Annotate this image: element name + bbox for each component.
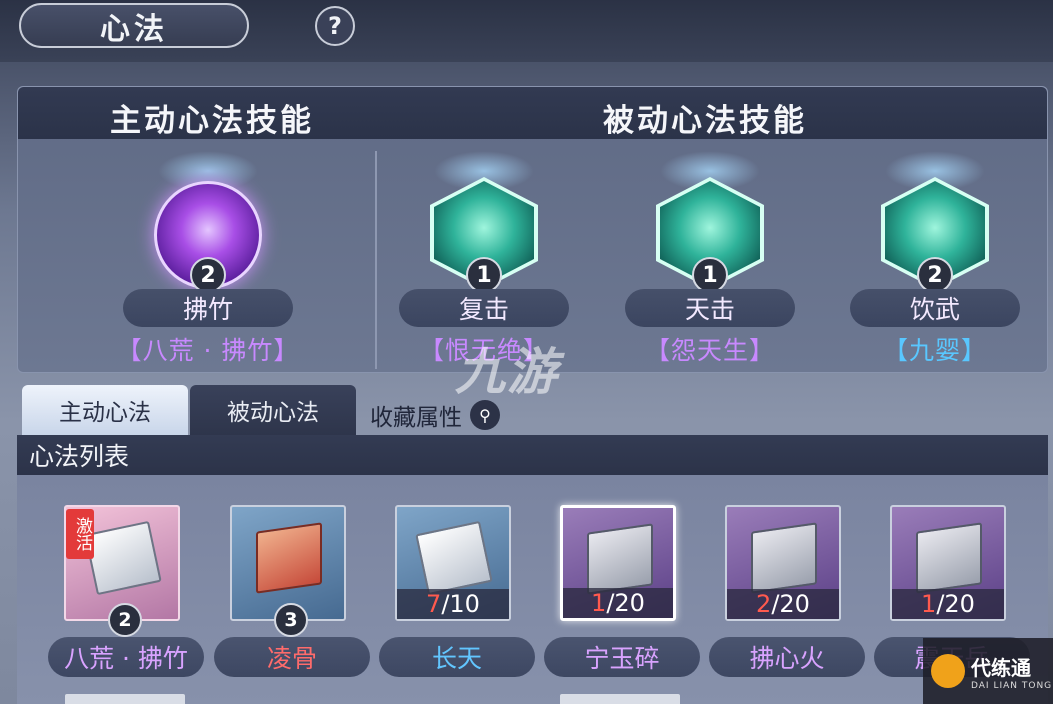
item-name: 拂心火 bbox=[709, 637, 865, 677]
skill-name: 饮武 bbox=[850, 289, 1020, 327]
tab-active-xinfa[interactable]: 主动心法 bbox=[22, 385, 188, 435]
fragment-count: 1/20 bbox=[892, 589, 1004, 619]
passive-skill-slot[interactable]: 2 饮武 【九婴】 bbox=[840, 141, 1030, 371]
item-name: 八荒 · 拂竹 bbox=[48, 637, 204, 677]
list-item[interactable]: 3 凌骨 bbox=[186, 505, 370, 695]
skill-source: 【八荒 · 拂竹】 bbox=[116, 336, 300, 365]
skill-level-badge: 1 bbox=[692, 257, 728, 293]
skill-name: 天击 bbox=[625, 289, 795, 327]
fragment-count: 7/10 bbox=[397, 589, 509, 619]
logo-title: 代练通 bbox=[971, 655, 1031, 680]
list-item[interactable]: 1/20 宁玉碎 bbox=[516, 505, 700, 695]
item-card[interactable]: 1/20 bbox=[890, 505, 1006, 621]
skill-level-badge: 1 bbox=[466, 257, 502, 293]
page-title: 心法 bbox=[19, 3, 249, 48]
item-name: 宁玉碎 bbox=[544, 637, 700, 677]
book-icon bbox=[751, 522, 817, 594]
equipped-skills-panel: 主动心法技能 被动心法技能 2 拂竹 【八荒 · 拂竹】 1 复击 【恨无绝】 … bbox=[17, 86, 1048, 373]
list-item[interactable]: 2/20 拂心火 bbox=[681, 505, 865, 695]
item-name: 长天 bbox=[379, 637, 535, 677]
favorite-attribute-button[interactable]: 收藏属性 ⚲ bbox=[370, 398, 500, 432]
scroll-icon bbox=[415, 520, 493, 596]
book-icon bbox=[587, 523, 653, 595]
item-card[interactable]: 7/10 bbox=[395, 505, 511, 621]
logo-subtitle: DAI LIAN TONG bbox=[971, 680, 1053, 691]
item-level-badge: 2 bbox=[108, 603, 142, 637]
fragment-count: 2/20 bbox=[727, 589, 839, 619]
next-row-card bbox=[65, 694, 185, 704]
skill-level-badge: 2 bbox=[917, 257, 953, 293]
tab-passive-xinfa[interactable]: 被动心法 bbox=[190, 385, 356, 435]
open-book-icon bbox=[256, 522, 322, 594]
item-name: 凌骨 bbox=[214, 637, 370, 677]
help-button[interactable]: ? bbox=[315, 6, 355, 46]
item-card-selected[interactable]: 1/20 bbox=[560, 505, 676, 621]
skills-header: 主动心法技能 被动心法技能 bbox=[18, 87, 1047, 139]
passive-skills-title: 被动心法技能 bbox=[603, 103, 807, 139]
skill-source: 【九婴】 bbox=[882, 336, 987, 365]
list-item[interactable]: 激活 2 八荒 · 拂竹 bbox=[20, 505, 204, 695]
activated-badge: 激活 bbox=[66, 509, 94, 559]
logo-icon bbox=[931, 654, 965, 688]
next-row-card bbox=[560, 694, 680, 704]
skill-level-badge: 2 bbox=[190, 257, 226, 293]
skills-divider bbox=[375, 151, 377, 369]
list-item[interactable]: 7/10 长天 bbox=[351, 505, 535, 695]
manual-icon bbox=[84, 520, 162, 596]
book-icon bbox=[916, 522, 982, 594]
item-card[interactable]: 2/20 bbox=[725, 505, 841, 621]
list-header: 心法列表 bbox=[17, 435, 1048, 475]
skill-name: 复击 bbox=[399, 289, 569, 327]
item-level-badge: 3 bbox=[274, 603, 308, 637]
active-skill-slot[interactable]: 2 拂竹 【八荒 · 拂竹】 bbox=[113, 141, 303, 371]
favorite-attribute-label: 收藏属性 bbox=[370, 405, 462, 431]
active-skills-title: 主动心法技能 bbox=[110, 103, 314, 139]
passive-skill-slot[interactable]: 1 天击 【怨天生】 bbox=[615, 141, 805, 371]
watermark-logo: 九游 bbox=[455, 343, 559, 401]
corner-logo: 代练通 DAI LIAN TONG bbox=[923, 638, 1053, 704]
skill-name: 拂竹 bbox=[123, 289, 293, 327]
fragment-count: 1/20 bbox=[563, 588, 673, 618]
search-icon: ⚲ bbox=[470, 400, 500, 430]
skill-source: 【怨天生】 bbox=[644, 336, 775, 365]
